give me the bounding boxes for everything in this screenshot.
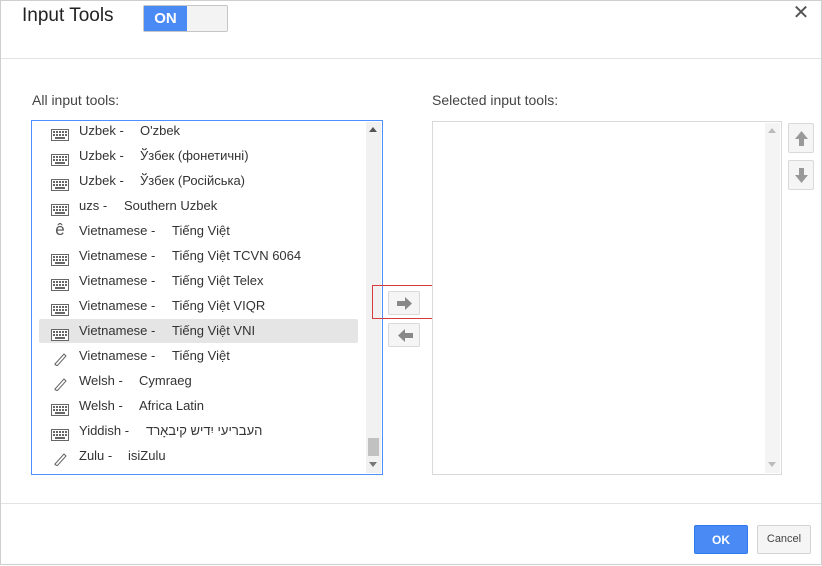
tool-name: Tiếng Việt Telex	[172, 273, 264, 288]
arrow-down-icon	[795, 168, 808, 183]
tool-language: uzs -	[79, 198, 108, 213]
tool-language: Yiddish -	[79, 423, 130, 438]
tool-language: Zulu -	[79, 448, 113, 463]
scroll-down-arrow-icon[interactable]	[768, 462, 776, 467]
list-item[interactable]: Uzbek - O'zbek	[39, 121, 358, 143]
list-item[interactable]: uzs - Southern Uzbek	[39, 194, 358, 218]
scroll-down-arrow-icon[interactable]	[369, 462, 377, 467]
tool-name: Africa Latin	[139, 398, 205, 413]
tool-name: Tiếng Việt TCVN 6064	[172, 248, 302, 263]
keyboard-icon	[51, 275, 69, 291]
selected-input-tools-list[interactable]	[432, 121, 782, 475]
tool-name: Ўзбек (Російська)	[140, 173, 246, 188]
keyboard-icon	[51, 250, 69, 266]
selected-tools-scrollbar[interactable]	[765, 123, 780, 473]
tool-language: Uzbek -	[79, 123, 124, 138]
list-item[interactable]: Uzbek - Ўзбек (Російська)	[39, 169, 358, 193]
handwriting-icon	[51, 375, 69, 392]
keyboard-icon	[51, 125, 69, 141]
tool-name: Tiếng Việt	[172, 348, 230, 363]
tool-language: Uzbek -	[79, 148, 124, 163]
list-item[interactable]: Welsh - Africa Latin	[39, 394, 358, 418]
list-item[interactable]: ê Vietnamese - Tiếng Việt	[39, 219, 358, 243]
tool-language: Vietnamese -	[79, 348, 156, 363]
tool-name: Cymraeg	[139, 373, 192, 388]
keyboard-icon	[51, 325, 69, 341]
handwriting-icon	[51, 350, 69, 367]
handwriting-icon	[51, 450, 69, 467]
close-icon[interactable]: ✕	[791, 3, 811, 23]
keyboard-icon	[51, 150, 69, 166]
move-up-button[interactable]	[788, 123, 814, 153]
scroll-up-arrow-icon[interactable]	[768, 128, 776, 133]
tool-name: העבריעי יִדיש קיבאָרד	[146, 423, 263, 438]
on-off-toggle[interactable]: ON	[143, 5, 228, 32]
tool-name: O'zbek	[140, 123, 181, 138]
tool-language: Vietnamese -	[79, 248, 156, 263]
tool-name: Ўзбек (фонетичні)	[140, 148, 249, 163]
list-item[interactable]: Vietnamese - Tiếng Việt VIQR	[39, 294, 358, 318]
tool-language: Welsh -	[79, 373, 123, 388]
keyboard-icon	[51, 200, 69, 216]
tool-language: Vietnamese -	[79, 273, 156, 288]
tool-language: Welsh -	[79, 398, 123, 413]
scroll-thumb[interactable]	[368, 438, 379, 456]
tool-name: Southern Uzbek	[124, 198, 218, 213]
arrow-up-icon	[795, 131, 808, 146]
all-input-tools-list[interactable]: Uzbek - O'zbek Uzbek - Ўзбек (фонетичні) Uzb…	[31, 120, 383, 475]
tool-name: Tiếng Việt VIQR	[172, 298, 266, 313]
input-tools-dialog: Input Tools ON ✕ All input tools: Select…	[0, 0, 822, 565]
tool-name: Tiếng Việt	[172, 223, 230, 238]
keyboard-icon	[51, 400, 69, 416]
dialog-header: Input Tools ON ✕	[1, 1, 821, 59]
arrow-left-icon	[398, 329, 413, 342]
move-down-button[interactable]	[788, 160, 814, 190]
tool-name: isiZulu	[128, 448, 166, 463]
transliteration-icon: ê	[55, 220, 65, 239]
tool-language: Vietnamese -	[79, 298, 156, 313]
tool-language: Vietnamese -	[79, 323, 156, 338]
dialog-title: Input Tools	[22, 5, 114, 26]
scroll-up-arrow-icon[interactable]	[369, 127, 377, 132]
keyboard-icon	[51, 175, 69, 191]
list-item[interactable]: Zulu - isiZulu	[39, 444, 358, 468]
ok-button[interactable]: OK	[694, 525, 748, 554]
highlight-annotation-box	[372, 285, 434, 319]
keyboard-icon	[51, 425, 69, 441]
list-item[interactable]: Vietnamese - Tiếng Việt	[39, 344, 358, 368]
keyboard-icon	[51, 300, 69, 316]
tool-language: Uzbek -	[79, 173, 124, 188]
remove-tool-button[interactable]	[388, 323, 420, 347]
tool-name: Tiếng Việt VNI	[172, 323, 256, 338]
list-item[interactable]: Vietnamese - Tiếng Việt VNI	[39, 319, 358, 343]
list-item[interactable]: Vietnamese - Tiếng Việt Telex	[39, 269, 358, 293]
all-input-tools-label: All input tools:	[32, 92, 120, 108]
dialog-footer: OK Cancel	[1, 503, 821, 566]
selected-input-tools-label: Selected input tools:	[432, 92, 559, 108]
cancel-button[interactable]: Cancel	[757, 525, 811, 554]
list-item[interactable]: Yiddish - העבריעי יִדיש קיבאָרד	[39, 419, 358, 443]
list-item[interactable]: Uzbek - Ўзбек (фонетичні)	[39, 144, 358, 168]
list-item[interactable]: Vietnamese - Tiếng Việt TCVN 6064	[39, 244, 358, 268]
toggle-on-label: ON	[144, 6, 187, 31]
list-item[interactable]: Welsh - Cymraeg	[39, 369, 358, 393]
tool-language: Vietnamese -	[79, 223, 156, 238]
